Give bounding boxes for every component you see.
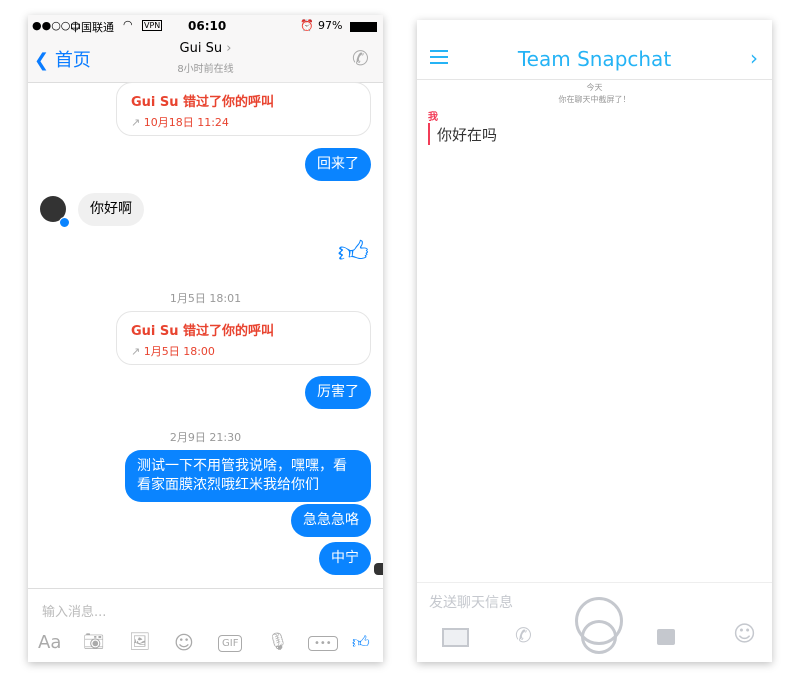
message-bubble-sent: 测试一下不用管我说啥，嘿嘿，看看家面膜浓烈哦红米我给你们 bbox=[125, 450, 371, 502]
text-format-icon[interactable]: Aa bbox=[38, 632, 61, 653]
screenshot-notice: 你在聊天中截屏了！ bbox=[558, 95, 631, 104]
message-bubble-sent: 中宁 bbox=[319, 542, 371, 575]
snapchat-screen: Team Snapchat › 今天 你在聊天中截屏了！ 我 你好在吗 发送聊天… bbox=[417, 20, 772, 662]
gif-icon[interactable]: GIF bbox=[218, 635, 243, 652]
emoji-icon[interactable]: ☺ bbox=[733, 622, 756, 647]
more-icon[interactable]: ••• bbox=[308, 636, 338, 651]
vpn-badge: VPN bbox=[142, 20, 163, 31]
battery-icon bbox=[350, 22, 377, 32]
chat-input[interactable]: 发送聊天信息 bbox=[429, 592, 513, 612]
timestamp: 2月9日 21:30 bbox=[169, 431, 242, 444]
date-label: 今天 bbox=[586, 83, 603, 92]
arrow-icon: ↗ bbox=[131, 116, 141, 129]
messenger-screen: ●●○○○ 中国联通 ◠ VPN 06:10 ⏰ 97% ❮ 首页 Gui Su… bbox=[28, 15, 383, 662]
message-bubble-sent: 厉害了 bbox=[305, 376, 371, 409]
microphone-icon[interactable]: 🎙︎ bbox=[267, 632, 289, 652]
gallery-icon[interactable]: 🖼︎ bbox=[129, 632, 151, 652]
message-bubble-sent: 回来了 bbox=[305, 148, 371, 181]
video-call-icon[interactable] bbox=[657, 629, 675, 645]
wifi-icon: ◠ bbox=[123, 18, 133, 31]
missed-call-card[interactable]: Gui Su 错过了你的呼叫 ↗ 1月5日 18:00 bbox=[116, 311, 371, 365]
alarm-icon: ⏰ bbox=[300, 19, 314, 32]
image-icon[interactable] bbox=[442, 628, 469, 647]
like-button-icon[interactable]: 👍︎ bbox=[352, 632, 370, 653]
missed-call-card[interactable]: Gui Su 错过了你的呼叫 ↗ 10月18日 11:24 bbox=[116, 82, 371, 136]
chat-title: Team Snapchat bbox=[517, 47, 672, 71]
clock: 06:10 bbox=[188, 19, 227, 33]
message-input[interactable]: 输入消息... bbox=[42, 601, 106, 620]
phone-icon[interactable]: ✆ bbox=[515, 623, 532, 647]
conversation-title[interactable]: Gui Su › bbox=[28, 41, 383, 56]
messenger-badge-icon bbox=[59, 217, 70, 228]
message-bubble-sent: 急急急咯 bbox=[291, 504, 371, 537]
message-bubble-received: 你好啊 bbox=[78, 193, 144, 226]
battery-percent: 97% bbox=[318, 19, 343, 32]
carrier: 中国联通 bbox=[70, 21, 114, 34]
timestamp: 1月5日 18:01 bbox=[169, 292, 242, 305]
nav-bar: ❮ 首页 Gui Su › 8小时前在线 ✆ bbox=[28, 37, 383, 83]
capture-button-ring bbox=[581, 620, 617, 654]
chevron-right-icon: › bbox=[226, 41, 232, 56]
arrow-icon: ↗ bbox=[131, 345, 141, 358]
phone-call-icon[interactable]: ✆ bbox=[352, 46, 369, 70]
thumbs-up-icon: 👍︎ bbox=[337, 235, 369, 270]
sender-bar bbox=[428, 123, 430, 145]
online-status: 8小时前在线 bbox=[177, 64, 234, 75]
status-bar: ●●○○○ 中国联通 ◠ VPN 06:10 ⏰ 97% bbox=[28, 15, 383, 37]
header: Team Snapchat › bbox=[417, 20, 772, 80]
read-receipt-avatar bbox=[374, 563, 383, 575]
camera-icon[interactable]: 📷︎ bbox=[83, 632, 105, 652]
chat-message: 你好在吗 bbox=[437, 126, 498, 144]
sender-label: 我 bbox=[428, 112, 438, 123]
emoji-icon[interactable]: ☺ bbox=[174, 632, 194, 654]
chevron-right-icon[interactable]: › bbox=[750, 46, 758, 70]
